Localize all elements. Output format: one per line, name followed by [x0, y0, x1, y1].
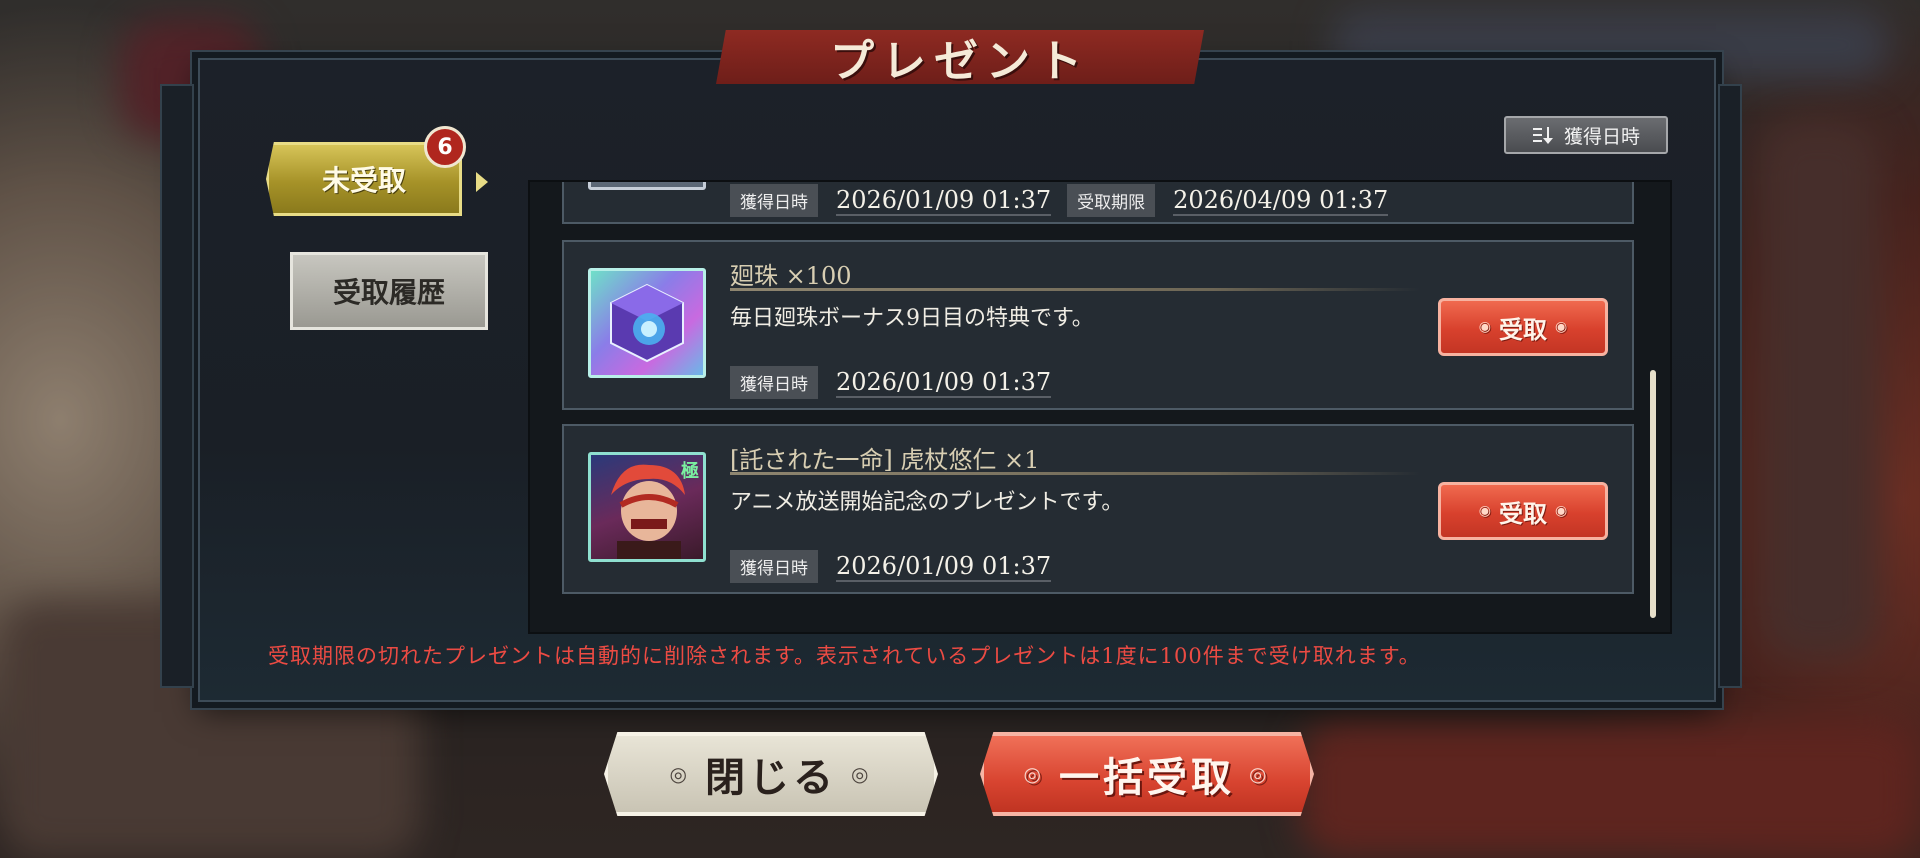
date-row: 獲得日時 2026/01/09 01:37 受取期限 2026/04/09 01… — [730, 184, 1404, 217]
receive-button-label: 受取 — [1499, 314, 1547, 344]
date-row: 獲得日時 2026/01/09 01:37 — [730, 550, 1067, 583]
acquired-date-label: 獲得日時 — [730, 550, 818, 583]
present-list[interactable]: 獲得日時 2026/01/09 01:37 受取期限 2026/04/09 01… — [528, 180, 1672, 634]
item-title: [託された一命] 虎杖悠仁 ×1 — [730, 446, 1040, 474]
sort-label: 獲得日時 — [1563, 125, 1640, 148]
list-item: 獲得日時 2026/01/09 01:37 受取期限 2026/04/09 01… — [562, 182, 1634, 224]
receive-button[interactable]: 受取 — [1438, 482, 1608, 540]
sort-button[interactable]: 獲得日時 — [1504, 116, 1668, 154]
acquired-date-value: 2026/01/09 01:37 — [836, 551, 1052, 582]
item-divider — [730, 288, 1420, 291]
item-description: アニメ放送開始記念のプレゼントです。 — [730, 490, 1124, 515]
list-item: 廻珠 ×100 毎日廻珠ボーナス9日目の特典です。 獲得日時 2026/01/0… — [562, 240, 1634, 410]
dialog-title-banner: プレゼント — [716, 30, 1204, 84]
ornament-icon: ◎ — [1023, 762, 1045, 786]
list-scrollbar[interactable] — [1650, 370, 1656, 618]
ornament-icon: ◎ — [1249, 762, 1271, 786]
acquired-date-label: 獲得日時 — [730, 184, 818, 217]
receive-all-button[interactable]: ◎ 一括受取 ◎ — [980, 732, 1314, 816]
expiry-date-label: 受取期限 — [1067, 184, 1156, 217]
item-divider — [730, 472, 1420, 475]
date-row: 獲得日時 2026/01/09 01:37 — [730, 366, 1067, 399]
expiry-date-value: 2026/04/09 01:37 — [1173, 185, 1389, 216]
expiry-notice: 受取期限の切れたプレゼントは自動的に削除されます。表示されているプレゼントは1度… — [268, 644, 1421, 668]
close-button[interactable]: ◎ 閉じる ◎ — [604, 732, 938, 816]
character-portrait-icon: 極 — [588, 452, 706, 562]
receive-button-label: 受取 — [1499, 498, 1547, 528]
tab-unreceived-label: 未受取 — [321, 164, 406, 197]
sort-icon — [1532, 127, 1553, 144]
cursed-orb-icon — [588, 268, 706, 378]
selected-tab-arrow-icon — [476, 172, 488, 192]
ornament-icon: ◎ — [851, 762, 873, 786]
acquired-date-value: 2026/01/09 01:37 — [836, 367, 1052, 398]
item-corner-tag: 極 — [681, 461, 699, 482]
cube-glyph-icon — [610, 283, 684, 363]
close-button-label: 閉じる — [705, 754, 837, 801]
tab-history[interactable]: 受取履歴 — [290, 252, 488, 330]
receive-button[interactable]: 受取 — [1438, 298, 1608, 356]
acquired-date-value: 2026/01/09 01:37 — [836, 185, 1052, 216]
item-title: 廻珠 ×100 — [730, 262, 852, 290]
item-thumbnail — [588, 182, 706, 190]
unreceived-count-badge: 6 — [424, 126, 466, 168]
list-item: 極 [託された一命] 虎杖悠仁 ×1 アニメ放送開始記念のプレゼントです。 獲得… — [562, 424, 1634, 594]
dialog-title: プレゼント — [830, 36, 1090, 87]
tab-history-label: 受取履歴 — [332, 276, 445, 309]
ornament-icon: ◎ — [669, 762, 691, 786]
item-description: 毎日廻珠ボーナス9日目の特典です。 — [730, 306, 1094, 331]
acquired-date-label: 獲得日時 — [730, 366, 818, 399]
receive-all-button-label: 一括受取 — [1059, 754, 1235, 801]
